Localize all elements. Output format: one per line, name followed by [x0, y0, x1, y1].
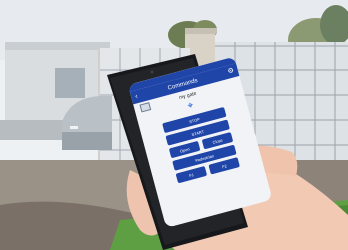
gear-icon[interactable]: ⚙ — [227, 67, 235, 75]
back-arrow-icon[interactable]: ‹ — [134, 93, 138, 100]
device-name: my gate — [178, 90, 198, 101]
gate-thumbnail-icon — [139, 102, 152, 113]
